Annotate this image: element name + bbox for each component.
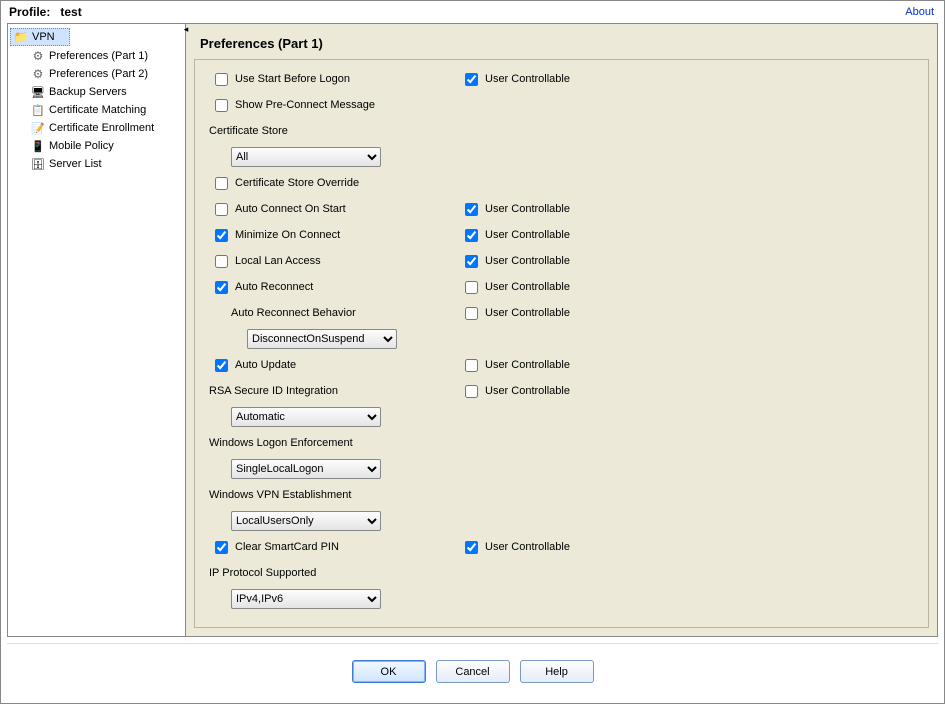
sidebar-item-label: Certificate Enrollment — [49, 122, 154, 134]
auto-reconnect-behavior-label: Auto Reconnect Behavior — [231, 307, 356, 319]
local-lan-label: Local Lan Access — [235, 255, 321, 267]
uc-label: User Controllable — [485, 73, 570, 85]
profile-name: test — [60, 5, 81, 19]
uc-use-start-before-logon[interactable] — [465, 73, 478, 86]
sidebar-item-cert-match[interactable]: Certificate Matching — [10, 101, 183, 119]
rsa-select[interactable]: Automatic — [231, 407, 381, 427]
list-icon — [30, 156, 46, 172]
sidebar-item-backup[interactable]: Backup Servers — [10, 83, 183, 101]
win-logon-select[interactable]: SingleLocalLogon — [231, 459, 381, 479]
uc-clear-smartcard[interactable] — [465, 541, 478, 554]
sidebar-item-mobile[interactable]: Mobile Policy — [10, 137, 183, 155]
auto-connect-checkbox[interactable] — [215, 203, 228, 216]
tree-root-vpn[interactable]: VPN — [10, 28, 70, 46]
ok-button[interactable]: OK — [352, 660, 426, 683]
splitter-handle[interactable]: ◂ — [181, 25, 191, 35]
profile-title: Profile: test — [9, 5, 82, 19]
auto-update-label: Auto Update — [235, 359, 296, 371]
header: Profile: test About — [1, 1, 944, 21]
sidebar-item-label: Backup Servers — [49, 86, 127, 98]
use-start-before-logon-checkbox[interactable] — [215, 73, 228, 86]
auto-reconnect-label: Auto Reconnect — [235, 281, 313, 293]
cert-store-override-label: Certificate Store Override — [235, 177, 359, 189]
cert-store-override-checkbox[interactable] — [215, 177, 228, 190]
clear-smartcard-label: Clear SmartCard PIN — [235, 541, 339, 553]
main: ◂ VPN Preferences (Part 1) Preferences (… — [7, 23, 938, 637]
sidebar-item-cert-enroll[interactable]: Certificate Enrollment — [10, 119, 183, 137]
uc-label: User Controllable — [485, 203, 570, 215]
sidebar-item-label: Server List — [49, 158, 102, 170]
cert-icon — [30, 102, 46, 118]
form-scroll[interactable]: Use Start Before Logon User Controllable… — [194, 59, 929, 628]
local-lan-checkbox[interactable] — [215, 255, 228, 268]
uc-label: User Controllable — [485, 307, 570, 319]
page-title: Preferences (Part 1) — [186, 24, 937, 59]
footer: OK Cancel Help — [7, 643, 938, 699]
folder-icon — [13, 29, 29, 45]
uc-label: User Controllable — [485, 281, 570, 293]
uc-auto-reconnect-behavior[interactable] — [465, 307, 478, 320]
cert-store-label: Certificate Store — [205, 125, 288, 137]
uc-label: User Controllable — [485, 385, 570, 397]
mobile-icon — [30, 138, 46, 154]
uc-auto-connect[interactable] — [465, 203, 478, 216]
tree-root-label: VPN — [32, 31, 55, 43]
uc-label: User Controllable — [485, 359, 570, 371]
minimize-label: Minimize On Connect — [235, 229, 340, 241]
uc-label: User Controllable — [485, 255, 570, 267]
uc-local-lan[interactable] — [465, 255, 478, 268]
server-icon — [30, 84, 46, 100]
sidebar-item-label: Preferences (Part 1) — [49, 50, 148, 62]
win-vpn-select[interactable]: LocalUsersOnly — [231, 511, 381, 531]
minimize-checkbox[interactable] — [215, 229, 228, 242]
win-vpn-label: Windows VPN Establishment — [205, 489, 351, 501]
show-pre-connect-checkbox[interactable] — [215, 99, 228, 112]
enroll-icon — [30, 120, 46, 136]
gear-icon — [30, 66, 46, 82]
content: Preferences (Part 1) Use Start Before Lo… — [186, 24, 937, 636]
uc-label: User Controllable — [485, 229, 570, 241]
win-logon-label: Windows Logon Enforcement — [205, 437, 353, 449]
sidebar-item-serverlist[interactable]: Server List — [10, 155, 183, 173]
auto-reconnect-checkbox[interactable] — [215, 281, 228, 294]
uc-rsa[interactable] — [465, 385, 478, 398]
ip-proto-label: IP Protocol Supported — [205, 567, 316, 579]
cancel-button[interactable]: Cancel — [436, 660, 510, 683]
profile-prefix: Profile: — [9, 5, 50, 19]
auto-update-checkbox[interactable] — [215, 359, 228, 372]
show-pre-connect-label: Show Pre-Connect Message — [235, 99, 375, 111]
rsa-label: RSA Secure ID Integration — [205, 385, 338, 397]
about-link[interactable]: About — [905, 6, 934, 18]
gear-icon — [30, 48, 46, 64]
sidebar-item-label: Certificate Matching — [49, 104, 146, 116]
auto-connect-label: Auto Connect On Start — [235, 203, 346, 215]
ip-proto-select[interactable]: IPv4,IPv6 — [231, 589, 381, 609]
auto-reconnect-behavior-select[interactable]: DisconnectOnSuspend — [247, 329, 397, 349]
help-button[interactable]: Help — [520, 660, 594, 683]
uc-minimize[interactable] — [465, 229, 478, 242]
uc-label: User Controllable — [485, 541, 570, 553]
sidebar-item-prefs1[interactable]: Preferences (Part 1) — [10, 47, 183, 65]
cert-store-select[interactable]: All — [231, 147, 381, 167]
use-start-before-logon-label: Use Start Before Logon — [235, 73, 350, 85]
clear-smartcard-checkbox[interactable] — [215, 541, 228, 554]
uc-auto-reconnect[interactable] — [465, 281, 478, 294]
sidebar-item-label: Mobile Policy — [49, 140, 114, 152]
sidebar-item-label: Preferences (Part 2) — [49, 68, 148, 80]
uc-auto-update[interactable] — [465, 359, 478, 372]
sidebar: ◂ VPN Preferences (Part 1) Preferences (… — [8, 24, 186, 636]
sidebar-item-prefs2[interactable]: Preferences (Part 2) — [10, 65, 183, 83]
